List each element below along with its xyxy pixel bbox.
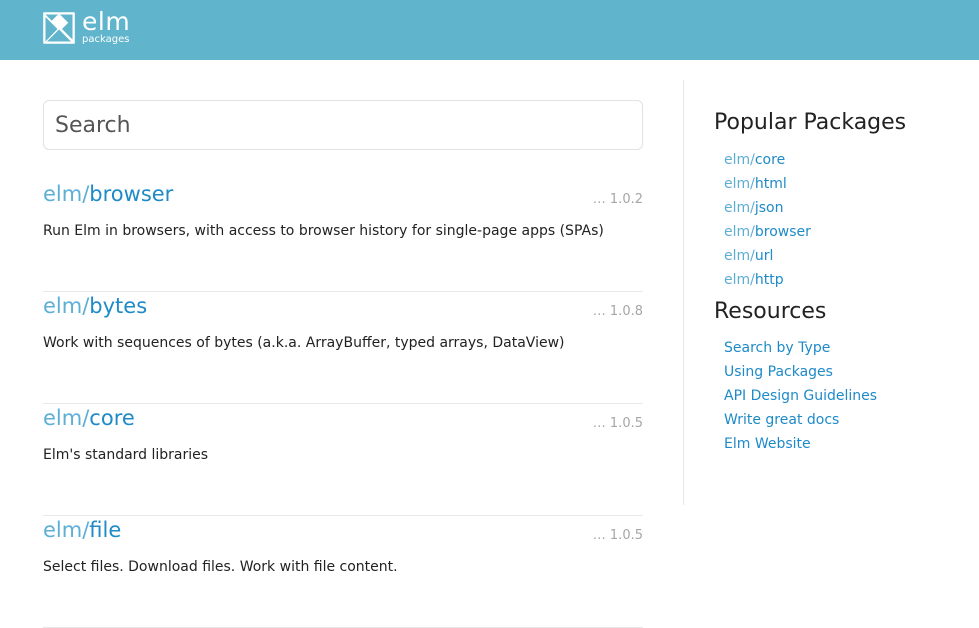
package-link[interactable]: elm/core [43, 406, 135, 430]
popular-package-item: elm/browser [724, 220, 974, 244]
package-item: elm/core … 1.0.5 Elm's standard librarie… [43, 404, 643, 516]
popular-package-project: html [754, 176, 787, 192]
package-item: elm/browser … 1.0.2 Run Elm in browsers,… [43, 180, 643, 292]
package-version: … 1.0.2 [592, 192, 643, 207]
package-summary: Elm's standard libraries [43, 447, 209, 463]
popular-packages-heading: Popular Packages [714, 110, 907, 135]
package-author: elm/ [43, 406, 90, 430]
resources-list: Search by Type Using Packages API Design… [724, 336, 974, 456]
package-version: … 1.0.5 [592, 528, 643, 543]
resources-section: Resources Search by Type Using Packages … [714, 299, 974, 456]
resource-item: API Design Guidelines [724, 384, 974, 408]
sidebar: Popular Packages elm/core elm/html elm/j… [714, 110, 974, 456]
package-author: elm/ [43, 294, 90, 318]
package-project: bytes [89, 294, 148, 318]
popular-package-author: elm/ [724, 248, 755, 264]
resource-item: Elm Website [724, 432, 974, 456]
popular-package-author: elm/ [724, 224, 755, 240]
popular-package-project: http [754, 272, 784, 288]
popular-package-author: elm/ [724, 176, 755, 192]
resource-link-write-great-docs[interactable]: Write great docs [724, 412, 839, 428]
elm-packages-logo[interactable]: elm packages [43, 7, 131, 45]
popular-package-link[interactable]: elm/json [724, 200, 783, 216]
package-summary: Run Elm in browsers, with access to brow… [43, 223, 604, 239]
logo-name: elm [82, 7, 131, 36]
popular-package-link[interactable]: elm/core [724, 152, 785, 168]
package-version: … 1.0.8 [592, 304, 643, 319]
popular-package-project: url [754, 248, 774, 264]
elm-tangram-icon [43, 12, 75, 44]
site-header: elm packages [0, 0, 979, 60]
resource-item: Search by Type [724, 336, 974, 360]
resource-link-search-by-type[interactable]: Search by Type [724, 340, 830, 356]
popular-package-author: elm/ [724, 152, 755, 168]
resource-link-api-design-guidelines[interactable]: API Design Guidelines [724, 388, 877, 404]
popular-package-link[interactable]: elm/url [724, 248, 773, 264]
resource-link-using-packages[interactable]: Using Packages [724, 364, 833, 380]
package-summary: Work with sequences of bytes (a.k.a. Arr… [43, 335, 565, 351]
package-summary: Select files. Download files. Work with … [43, 559, 398, 575]
package-item: elm/file … 1.0.5 Select files. Download … [43, 516, 643, 628]
package-link[interactable]: elm/file [43, 518, 121, 542]
popular-package-author: elm/ [724, 200, 755, 216]
package-link[interactable]: elm/bytes [43, 294, 147, 318]
resource-item: Using Packages [724, 360, 974, 384]
package-project: file [89, 518, 122, 542]
package-author: elm/ [43, 518, 90, 542]
popular-packages-list: elm/core elm/html elm/json elm/browser e… [724, 148, 974, 292]
popular-package-author: elm/ [724, 272, 755, 288]
popular-package-item: elm/http [724, 268, 974, 292]
resource-item: Write great docs [724, 408, 974, 432]
resources-heading: Resources [714, 299, 827, 324]
popular-package-item: elm/core [724, 148, 974, 172]
sidebar-divider [683, 80, 684, 505]
popular-package-item: elm/html [724, 172, 974, 196]
popular-package-item: elm/json [724, 196, 974, 220]
package-version: … 1.0.5 [592, 416, 643, 431]
package-link[interactable]: elm/browser [43, 182, 173, 206]
package-project: core [89, 406, 135, 430]
popular-package-project: core [754, 152, 786, 168]
popular-package-project: json [754, 200, 784, 216]
resource-link-elm-website[interactable]: Elm Website [724, 436, 811, 452]
popular-package-project: browser [754, 224, 811, 240]
package-item: elm/bytes … 1.0.8 Work with sequences of… [43, 292, 643, 404]
logo-subtitle: packages [82, 34, 130, 45]
package-project: browser [89, 182, 174, 206]
popular-package-link[interactable]: elm/html [724, 176, 787, 192]
package-list: elm/browser … 1.0.2 Run Elm in browsers,… [43, 180, 643, 628]
popular-package-item: elm/url [724, 244, 974, 268]
package-author: elm/ [43, 182, 90, 206]
search-input[interactable] [43, 100, 643, 150]
popular-package-link[interactable]: elm/http [724, 272, 784, 288]
popular-package-link[interactable]: elm/browser [724, 224, 811, 240]
